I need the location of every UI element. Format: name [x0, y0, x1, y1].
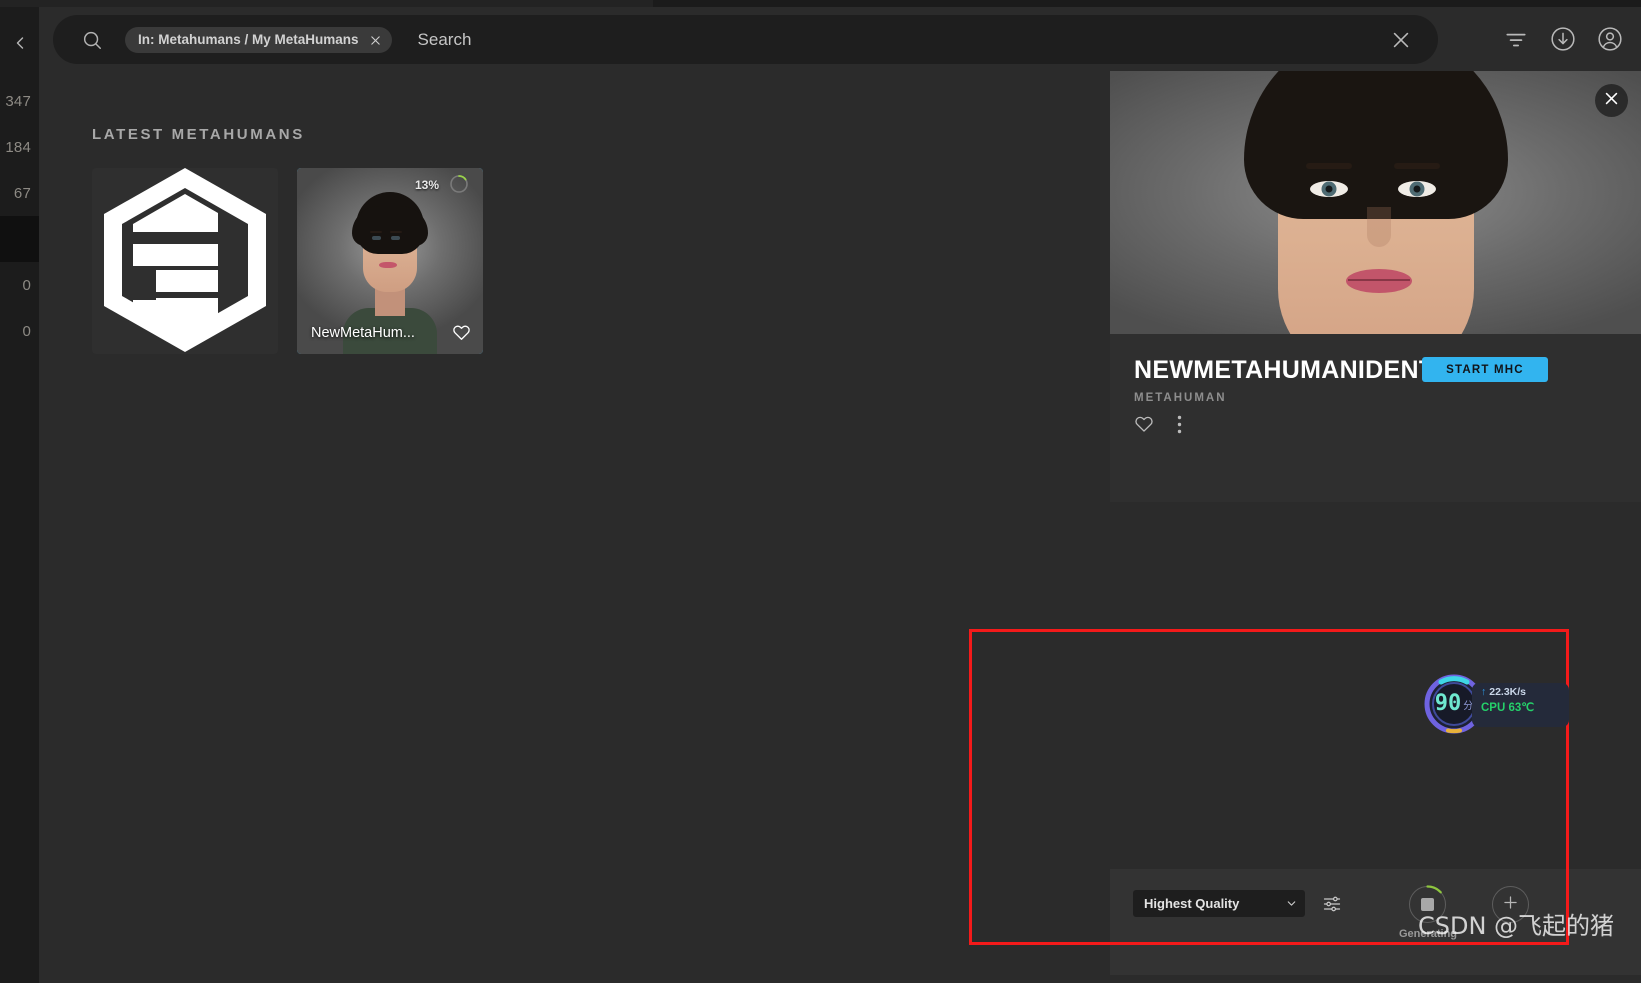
detail-hero-image — [1110, 71, 1641, 334]
start-mhc-button[interactable]: START MHC — [1422, 357, 1548, 382]
upload-arrow-icon: ↑ — [1481, 686, 1487, 698]
main-content: LATEST METAHUMANS 13% NewMetaHum... — [39, 71, 1110, 983]
search-scope-remove-icon[interactable] — [370, 34, 381, 45]
search-input[interactable] — [417, 29, 1390, 50]
heart-icon[interactable] — [452, 323, 471, 342]
download-icon[interactable] — [1550, 26, 1576, 52]
metahuman-portrait-large — [1226, 71, 1526, 334]
close-icon — [1603, 90, 1620, 112]
account-icon[interactable] — [1597, 26, 1623, 52]
card-metahuman[interactable]: 13% NewMetaHum... — [297, 168, 483, 354]
watermark: CSDN @飞起的猪 — [1418, 912, 1615, 940]
network-speed-row: ↑ 22.3K/s — [1481, 686, 1569, 698]
sidebar-count-row[interactable]: 184 — [0, 124, 39, 170]
search-bar[interactable]: In: Metahumans / My MetaHumans — [53, 15, 1438, 64]
filter-icon[interactable] — [1503, 26, 1529, 52]
detail-info: NEWMETAHUMANIDENTITY1 START MHC METAHUMA… — [1110, 334, 1641, 502]
detail-subtitle: METAHUMAN — [1134, 392, 1227, 404]
sidebar-count-list: 347 184 67 0 0 — [0, 78, 39, 354]
search-scope-chip[interactable]: In: Metahumans / My MetaHumans — [125, 26, 392, 53]
progress-spinner-icon — [449, 174, 469, 194]
left-sidebar: 347 184 67 0 0 — [0, 7, 39, 983]
header-icon-group — [1503, 7, 1623, 71]
chevron-left-icon — [10, 33, 30, 53]
quality-select[interactable]: Highest Quality — [1133, 890, 1305, 917]
network-speed-value: 22.3K/s — [1489, 686, 1527, 698]
top-tab-strip — [0, 0, 1641, 7]
top-tab-segment — [208, 0, 653, 7]
sidebar-count-row[interactable]: 347 — [0, 78, 39, 124]
performance-stats-panel: ↑ 22.3K/s CPU 63℃ — [1472, 683, 1569, 727]
section-title: LATEST METAHUMANS — [92, 126, 305, 143]
detail-action-group — [1134, 414, 1182, 439]
header-bar: In: Metahumans / My MetaHumans — [39, 7, 1641, 71]
sidebar-count-row[interactable]: 67 — [0, 170, 39, 216]
sidebar-count-row[interactable]: 0 — [0, 308, 39, 354]
card-progress-label: 13% — [414, 178, 439, 192]
close-detail-button[interactable] — [1595, 84, 1628, 117]
sliders-icon[interactable] — [1322, 894, 1342, 914]
search-clear-icon[interactable] — [1390, 29, 1412, 51]
cpu-temp-value: CPU 63℃ — [1481, 702, 1535, 714]
sidebar-count-row[interactable]: 0 — [0, 262, 39, 308]
app-window: 347 184 67 0 0 In: Metahumans / My MetaH… — [0, 0, 1641, 983]
bottom-edge — [1110, 975, 1641, 983]
card-grid: 13% NewMetaHum... — [92, 168, 483, 354]
performance-score-value: 90 — [1434, 691, 1462, 716]
heart-icon[interactable] — [1134, 414, 1154, 439]
card-logo[interactable] — [92, 168, 278, 354]
more-vertical-icon[interactable] — [1177, 415, 1182, 439]
detail-panel: NEWMETAHUMANIDENTITY1 START MHC METAHUMA… — [1110, 71, 1641, 983]
card-title: NewMetaHum... — [311, 325, 415, 341]
top-tab-segment — [0, 0, 208, 7]
back-button[interactable] — [0, 7, 39, 78]
search-icon — [81, 29, 103, 51]
metahuman-hexagon-logo-icon — [100, 168, 270, 354]
sidebar-count-row-selected[interactable] — [0, 216, 39, 262]
performance-widget[interactable]: 90 分 ↑ 22.3K/s CPU 63℃ — [1424, 674, 1569, 734]
search-scope-label: In: Metahumans / My MetaHumans — [138, 32, 359, 47]
